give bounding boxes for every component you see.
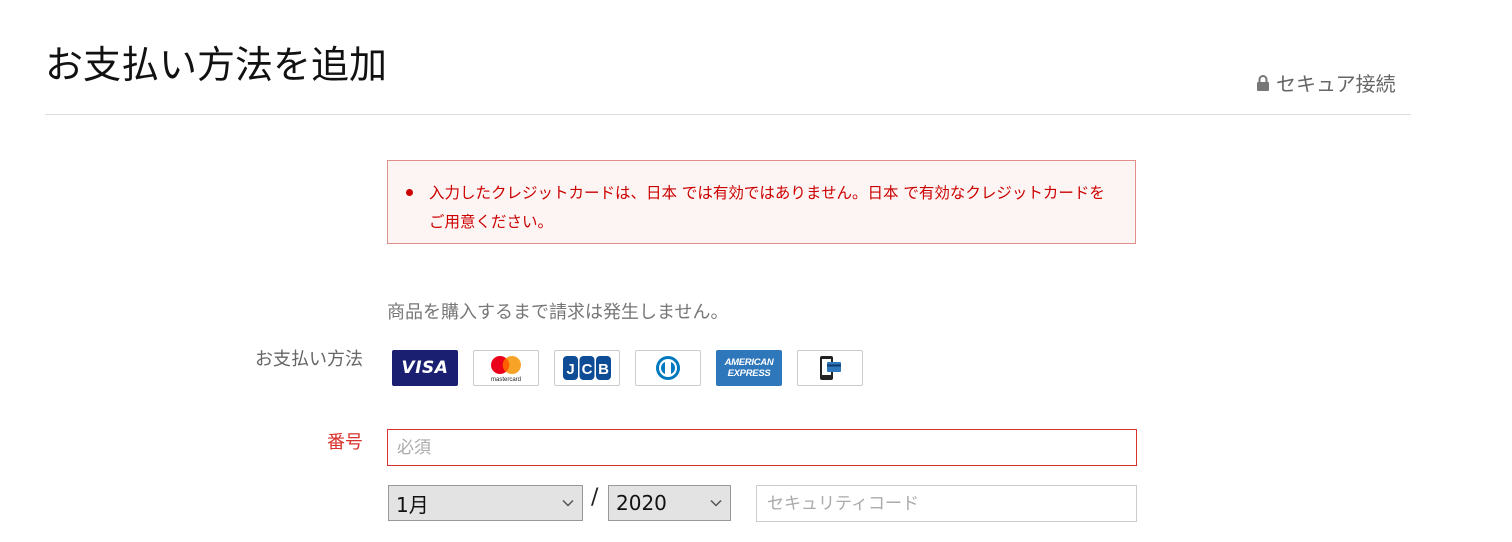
amex-icon: AMERICAN EXPRESS xyxy=(716,350,782,386)
page-title: お支払い方法を追加 xyxy=(45,43,388,87)
expiry-year-select[interactable]: 2020 xyxy=(608,485,731,521)
chevron-down-icon xyxy=(710,499,722,507)
mastercard-icon: mastercard xyxy=(473,350,539,386)
card-number-label: 番号 xyxy=(327,432,363,453)
billing-notice: 商品を購入するまで請求は発生しません。 xyxy=(387,302,729,323)
mastercard-text: mastercard xyxy=(491,377,521,383)
payment-method-label: お支払い方法 xyxy=(255,349,363,370)
lock-icon xyxy=(1257,74,1269,91)
expiry-separator: / xyxy=(591,485,599,510)
svg-text:B: B xyxy=(598,361,609,378)
expiry-month-value: 1月 xyxy=(396,492,429,517)
diners-logo xyxy=(656,356,680,380)
svg-text:J: J xyxy=(566,361,574,378)
mobile-payment-icon xyxy=(797,350,863,386)
chevron-down-icon xyxy=(562,499,574,507)
jcb-icon: J C B xyxy=(554,350,620,386)
error-item: 入力したクレジットカードは、日本 では有効ではありません。日本 で有効なクレジッ… xyxy=(406,179,1115,237)
secure-connection: セキュア接続 xyxy=(1256,68,1396,97)
error-alert: 入力したクレジットカードは、日本 では有効ではありません。日本 で有効なクレジッ… xyxy=(387,160,1136,244)
mobile-payment-logo xyxy=(820,356,841,380)
secure-label: セキュア接続 xyxy=(1276,72,1396,96)
diners-icon xyxy=(635,350,701,386)
visa-icon: VISA xyxy=(392,350,458,386)
amex-line1: AMERICAN xyxy=(724,357,774,368)
expiry-month-select[interactable]: 1月 xyxy=(388,485,583,521)
jcb-logo: J C B xyxy=(563,356,611,380)
svg-text:C: C xyxy=(582,361,593,378)
visa-label: VISA xyxy=(401,358,449,378)
header-divider xyxy=(45,114,1411,115)
expiry-year-value: 2020 xyxy=(616,491,667,515)
error-message: 入力したクレジットカードは、日本 では有効ではありません。日本 で有効なクレジッ… xyxy=(429,184,1105,231)
mastercard-logo: mastercard xyxy=(491,356,521,383)
amex-line2: EXPRESS xyxy=(727,368,771,379)
bullet-icon xyxy=(406,189,413,196)
security-code-input[interactable] xyxy=(756,485,1137,522)
card-number-input[interactable] xyxy=(387,429,1137,466)
card-brand-list: VISA mastercard J C B AMERICAN EXPRESS xyxy=(392,350,863,386)
